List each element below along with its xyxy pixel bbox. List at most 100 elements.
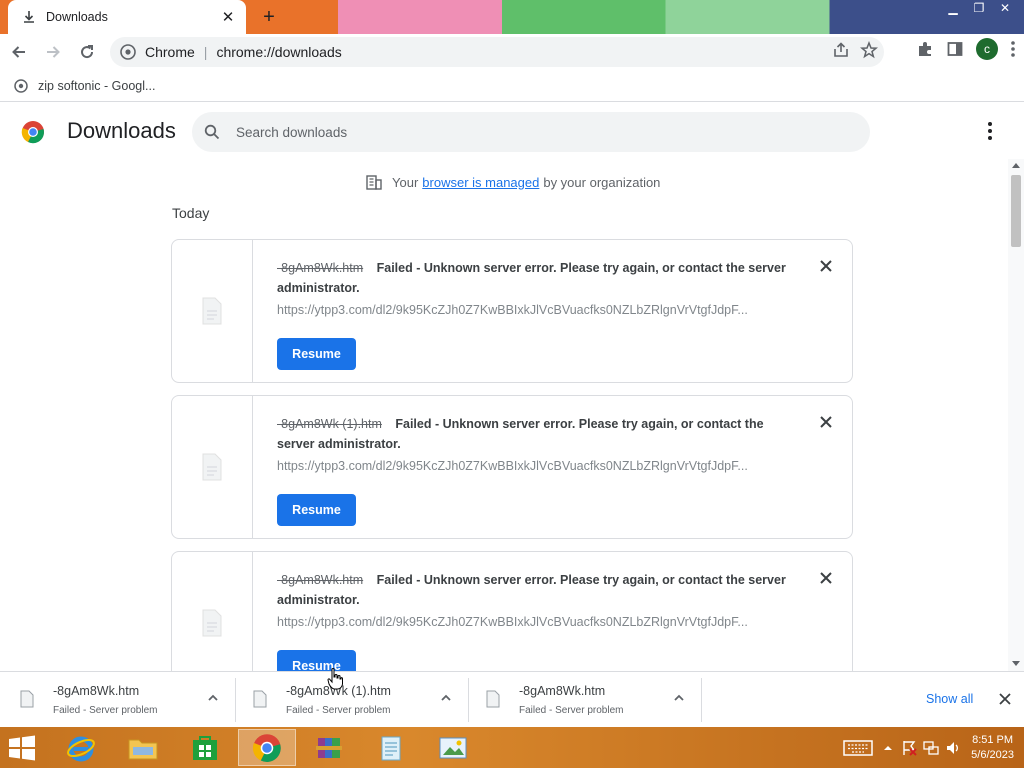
network-icon[interactable] [923, 740, 939, 756]
back-arrow-icon [12, 46, 25, 58]
more-actions-icon[interactable] [980, 119, 1000, 143]
photo-viewer-icon [439, 737, 467, 758]
resume-button[interactable]: Resume [277, 338, 356, 370]
file-icon-column [172, 552, 253, 671]
forward-button[interactable] [38, 37, 68, 67]
show-all-link[interactable]: Show all [926, 692, 973, 706]
forward-arrow-icon [47, 46, 60, 58]
resume-button[interactable]: Resume [277, 650, 356, 671]
tab-title: Downloads [46, 10, 108, 24]
download-url[interactable]: https://ytpp3.com/dl2/9k95KcZJh0Z7KwBBIx… [277, 459, 777, 473]
downloads-list: Your browser is managed by your organiza… [0, 159, 1008, 671]
download-shelf: -8gAm8Wk.htm Failed - Server problem -8g… [0, 671, 1024, 727]
search-placeholder: Search downloads [236, 124, 348, 140]
page-scrollbar[interactable] [1008, 159, 1024, 671]
shelf-filename: -8gAm8Wk.htm [53, 684, 140, 698]
taskbar-winrar[interactable] [300, 729, 358, 766]
download-info: -8gAm8Wk.htm Failed - Unknown server err… [277, 258, 797, 298]
shelf-status: Failed - Server problem [53, 705, 158, 716]
side-panel-icon[interactable] [946, 40, 964, 58]
file-icon [202, 609, 222, 637]
search-downloads-input[interactable]: Search downloads [192, 112, 870, 152]
title-bar: Downloads ✕ + ▁ ❐ ✕ [0, 0, 1024, 34]
download-url[interactable]: https://ytpp3.com/dl2/9k95KcZJh0Z7KwBBIx… [277, 303, 777, 317]
reload-button[interactable] [72, 37, 102, 67]
clock-date: 5/6/2023 [971, 748, 1014, 761]
download-item: -8gAm8Wk.htm Failed - Unknown server err… [171, 551, 853, 671]
file-icon [253, 690, 267, 708]
managed-prefix: Your [392, 174, 419, 190]
action-center-flag-icon[interactable] [901, 740, 917, 756]
tab-close-icon[interactable]: ✕ [220, 8, 236, 26]
resume-button[interactable]: Resume [277, 494, 356, 526]
building-icon [366, 175, 382, 190]
windows-taskbar: 8:51 PM 5/6/2023 [0, 727, 1024, 768]
taskbar-store[interactable] [176, 729, 234, 766]
taskbar-file-explorer[interactable] [114, 729, 172, 766]
site-label: Chrome [145, 44, 195, 60]
system-clock[interactable]: 8:51 PM 5/6/2023 [971, 733, 1014, 763]
hand-cursor-icon [327, 668, 343, 690]
chevron-up-icon[interactable] [440, 692, 452, 704]
url-text[interactable]: chrome://downloads [216, 44, 341, 60]
shelf-status: Failed - Server problem [519, 705, 624, 716]
shelf-item[interactable]: -8gAm8Wk (1).htm Failed - Server problem [237, 678, 469, 722]
system-tray: 8:51 PM 5/6/2023 [843, 727, 1024, 768]
remove-close-icon[interactable] [818, 414, 834, 430]
minimize-icon[interactable]: ▁ [942, 0, 964, 16]
extensions-puzzle-icon[interactable] [916, 40, 934, 58]
share-icon[interactable] [832, 41, 850, 59]
chevron-up-icon[interactable] [207, 692, 219, 704]
new-tab-button[interactable]: + [258, 6, 280, 28]
taskbar-photo-viewer[interactable] [424, 729, 482, 766]
bookmark-star-icon[interactable] [860, 41, 878, 59]
tray-expand-icon[interactable] [883, 743, 893, 753]
clock-time: 8:51 PM [972, 733, 1014, 746]
remove-close-icon[interactable] [818, 258, 834, 274]
notepad-icon [381, 736, 401, 760]
download-url[interactable]: https://ytpp3.com/dl2/9k95KcZJh0Z7KwBBIx… [277, 615, 777, 629]
kebab-menu-icon[interactable] [1010, 40, 1016, 58]
profile-avatar[interactable]: c [976, 38, 998, 60]
managed-suffix: by your organization [543, 174, 661, 190]
scroll-down-arrow-icon[interactable] [1012, 661, 1020, 666]
chrome-taskbar-icon [252, 733, 281, 762]
reload-icon [81, 45, 94, 59]
downloads-header: Downloads Search downloads [0, 103, 1024, 159]
taskbar-notepad[interactable] [362, 729, 420, 766]
winrar-icon [316, 737, 342, 758]
download-filename[interactable]: -8gAm8Wk.htm [277, 573, 363, 587]
scrollbar-thumb[interactable] [1011, 175, 1021, 247]
file-icon [20, 690, 34, 708]
shelf-item[interactable]: -8gAm8Wk.htm Failed - Server problem [470, 678, 702, 722]
tab-downloads[interactable]: Downloads ✕ [8, 0, 246, 34]
bookmark-item[interactable]: zip softonic - Googl... [38, 79, 155, 93]
download-item: -8gAm8Wk (1).htm Failed - Unknown server… [171, 395, 853, 539]
download-filename[interactable]: -8gAm8Wk.htm [277, 261, 363, 275]
google-bookmark-icon [14, 78, 28, 93]
chevron-up-icon[interactable] [673, 692, 685, 704]
shelf-item[interactable]: -8gAm8Wk.htm Failed - Server problem [4, 678, 236, 722]
browser-toolbar: Chrome | chrome://downloads c [0, 34, 1024, 70]
chrome-logo-icon [21, 121, 44, 144]
close-window-icon[interactable]: ✕ [994, 0, 1016, 16]
start-windows-icon[interactable] [8, 735, 36, 761]
keyboard-icon[interactable] [843, 739, 873, 757]
file-icon-column [172, 396, 253, 538]
taskbar-internet-explorer[interactable] [52, 729, 110, 766]
download-filename[interactable]: -8gAm8Wk (1).htm [277, 417, 382, 431]
file-icon-column [172, 240, 253, 382]
file-icon [486, 690, 500, 708]
taskbar-chrome[interactable] [238, 729, 296, 766]
back-button[interactable] [4, 37, 34, 67]
volume-icon[interactable] [945, 740, 961, 756]
close-shelf-icon[interactable] [998, 692, 1012, 706]
restore-icon[interactable]: ❐ [968, 0, 990, 16]
remove-close-icon[interactable] [818, 570, 834, 586]
folder-icon [128, 739, 158, 759]
file-icon [202, 453, 222, 481]
browser-managed-link[interactable]: browser is managed [422, 175, 539, 190]
address-bar[interactable]: Chrome | chrome://downloads [110, 37, 884, 67]
chrome-site-icon [120, 44, 136, 60]
scroll-up-arrow-icon[interactable] [1012, 163, 1020, 168]
